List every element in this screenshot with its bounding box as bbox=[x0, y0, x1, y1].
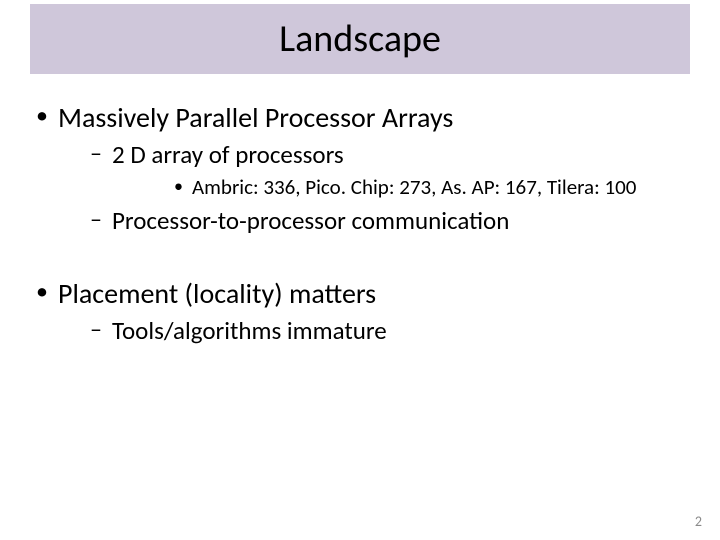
bullet-lvl1: Placement (locality) matters Tools/algor… bbox=[30, 276, 690, 346]
bullet-lvl2: 2 D array of processors Ambric: 336, Pic… bbox=[58, 139, 690, 201]
bullet-text: 2 D array of processors bbox=[112, 139, 344, 170]
page-number: 2 bbox=[695, 513, 702, 530]
bullet-list-lvl2: Tools/algorithms immature bbox=[58, 315, 690, 346]
bullet-list-lvl2: 2 D array of processors Ambric: 336, Pic… bbox=[58, 139, 690, 236]
bullet-lvl2: Tools/algorithms immature bbox=[58, 315, 690, 346]
bullet-text: Ambric: 336, Pico. Chip: 273, As. AP: 16… bbox=[192, 174, 636, 200]
bullet-text: Massively Parallel Processor Arrays bbox=[58, 100, 453, 135]
slide: Landscape Massively Parallel Processor A… bbox=[0, 0, 720, 540]
bullet-text: Tools/algorithms immature bbox=[112, 315, 387, 346]
slide-title: Landscape bbox=[279, 16, 441, 62]
spacer bbox=[30, 242, 690, 276]
bullet-list-lvl3: Ambric: 336, Pico. Chip: 273, As. AP: 16… bbox=[112, 174, 690, 200]
bullet-lvl1: Massively Parallel Processor Arrays 2 D … bbox=[30, 100, 690, 236]
slide-content: Massively Parallel Processor Arrays 2 D … bbox=[30, 100, 690, 352]
bullet-lvl3: Ambric: 336, Pico. Chip: 273, As. AP: 16… bbox=[112, 174, 690, 200]
bullet-list: Placement (locality) matters Tools/algor… bbox=[30, 276, 690, 346]
title-bar: Landscape bbox=[30, 4, 690, 74]
bullet-text: Processor-to-processor communication bbox=[112, 205, 509, 236]
bullet-lvl2: Processor-to-processor communication bbox=[58, 205, 690, 236]
bullet-list: Massively Parallel Processor Arrays 2 D … bbox=[30, 100, 690, 236]
bullet-text: Placement (locality) matters bbox=[58, 276, 376, 311]
